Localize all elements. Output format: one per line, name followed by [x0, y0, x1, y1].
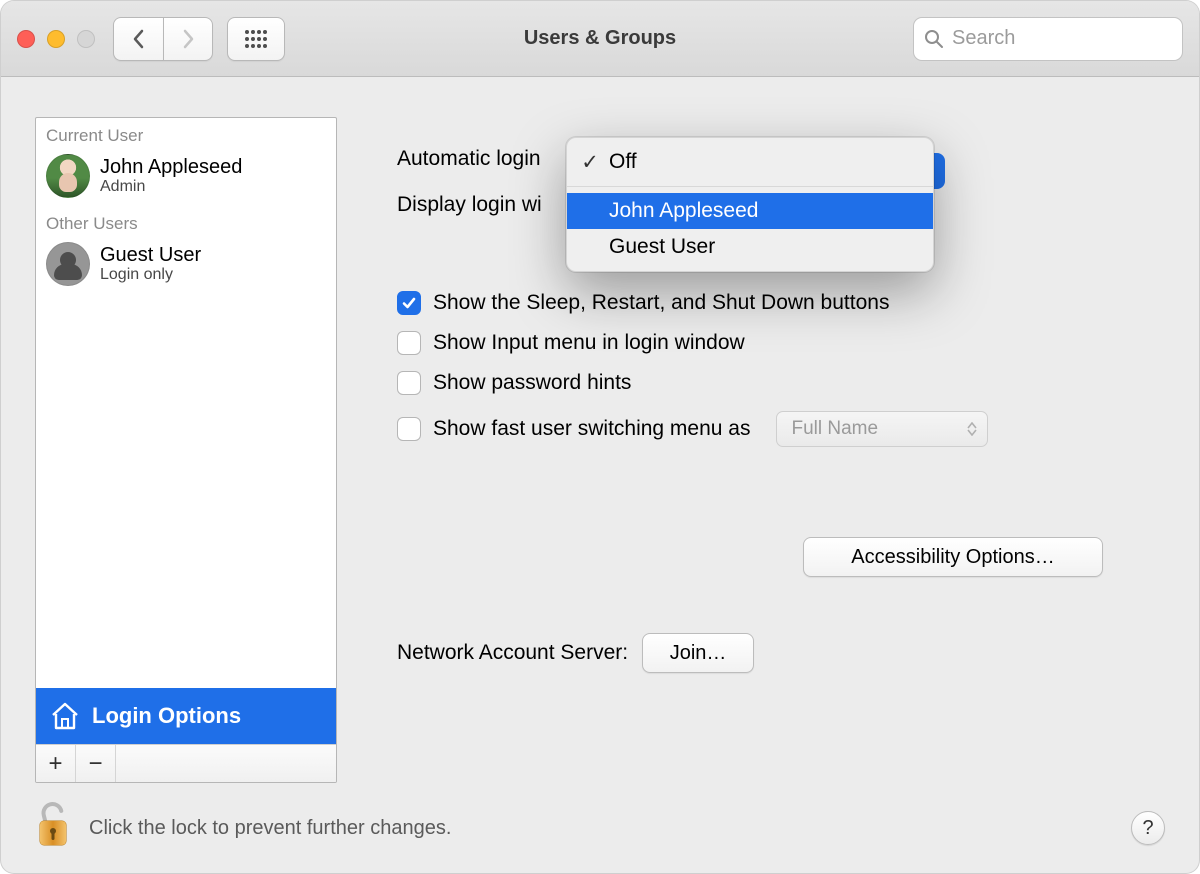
grid-icon [244, 29, 268, 49]
user-name: Guest User [100, 244, 201, 266]
zoom-window-button[interactable] [77, 30, 95, 48]
nav-group [113, 17, 213, 61]
search-field[interactable] [913, 17, 1183, 61]
label-show-input: Show Input menu in login window [433, 331, 745, 355]
row-network-server: Network Account Server: Join… [397, 633, 1149, 673]
checkbox-show-sleep[interactable] [397, 291, 421, 315]
popup-item-label: John Appleseed [609, 199, 758, 223]
label-auto-login: Automatic login [397, 147, 567, 171]
user-name: John Appleseed [100, 156, 242, 178]
join-button[interactable]: Join… [642, 633, 754, 673]
user-row-current[interactable]: John Appleseed Admin [36, 148, 336, 206]
help-label: ? [1142, 817, 1153, 840]
chevron-right-icon [181, 29, 195, 49]
row-show-hints: Show password hints [397, 371, 1149, 395]
label-network-server: Network Account Server: [397, 641, 628, 665]
sidebar-footer: + − [36, 744, 336, 782]
user-role: Login only [100, 266, 201, 284]
popup-item-label: Off [609, 150, 637, 174]
window-controls [17, 30, 95, 48]
select-value: Full Name [791, 418, 878, 440]
popup-separator [567, 186, 933, 187]
popup-item-off[interactable]: ✓ Off [567, 144, 933, 180]
add-user-button[interactable]: + [36, 745, 76, 782]
lock-button[interactable] [35, 801, 71, 855]
row-show-sleep: Show the Sleep, Restart, and Shut Down b… [397, 291, 1149, 315]
show-all-prefs-button[interactable] [227, 17, 285, 61]
section-other-users: Other Users [36, 206, 336, 236]
label-display-login: Display login wi [397, 193, 542, 217]
titlebar: Users & Groups [1, 1, 1199, 77]
lock-bar: Click the lock to prevent further change… [1, 783, 1199, 873]
users-sidebar: Current User John Appleseed Admin Other … [35, 117, 337, 783]
forward-button[interactable] [163, 17, 213, 61]
lock-text: Click the lock to prevent further change… [89, 817, 451, 840]
chevron-left-icon [132, 29, 146, 49]
label-fast-switch: Show fast user switching menu as [433, 417, 750, 441]
row-fast-switch: Show fast user switching menu as Full Na… [397, 411, 1149, 447]
popup-item-john[interactable]: John Appleseed [567, 193, 933, 229]
section-current-user: Current User [36, 118, 336, 148]
select-fast-switch-format[interactable]: Full Name [776, 411, 988, 447]
checkbox-show-hints[interactable] [397, 371, 421, 395]
check-icon [401, 295, 417, 311]
window: Users & Groups Current User John Applese… [0, 0, 1200, 874]
checkbox-show-input[interactable] [397, 331, 421, 355]
checkbox-fast-switch[interactable] [397, 417, 421, 441]
user-row-guest[interactable]: Guest User Login only [36, 236, 336, 294]
avatar [46, 154, 90, 198]
auto-login-popup: ✓ Off John Appleseed Guest User [566, 137, 934, 272]
unlocked-padlock-icon [35, 801, 71, 849]
minimize-window-button[interactable] [47, 30, 65, 48]
label-show-hints: Show password hints [433, 371, 631, 395]
help-button[interactable]: ? [1131, 811, 1165, 845]
accessibility-options-button[interactable]: Accessibility Options… [803, 537, 1103, 577]
label-show-sleep: Show the Sleep, Restart, and Shut Down b… [433, 291, 889, 315]
row-show-input: Show Input menu in login window [397, 331, 1149, 355]
row-accessibility: Accessibility Options… [397, 537, 1103, 577]
search-input[interactable] [952, 27, 1172, 50]
close-window-button[interactable] [17, 30, 35, 48]
avatar [46, 242, 90, 286]
search-icon [924, 29, 944, 49]
popup-item-guest[interactable]: Guest User [567, 229, 933, 265]
back-button[interactable] [113, 17, 163, 61]
user-role: Admin [100, 178, 242, 196]
login-options-row[interactable]: Login Options [36, 688, 336, 744]
popup-item-label: Guest User [609, 235, 715, 259]
login-options-label: Login Options [92, 703, 241, 729]
remove-user-button[interactable]: − [76, 745, 116, 782]
check-icon: ✓ [581, 150, 599, 175]
select-arrows-icon [967, 422, 977, 436]
house-icon [50, 702, 80, 730]
